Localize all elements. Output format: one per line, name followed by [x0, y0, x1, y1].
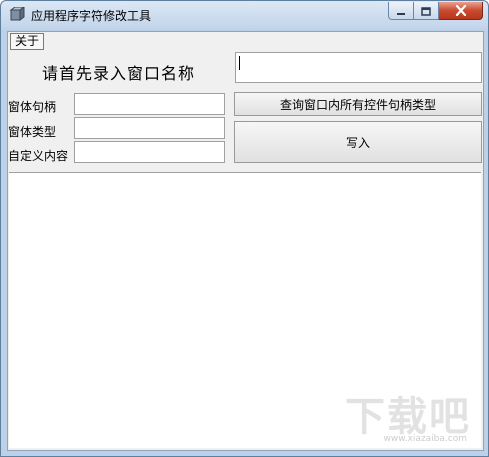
- handle-input[interactable]: [74, 93, 225, 115]
- app-icon: [9, 6, 26, 23]
- query-controls-label: 查询窗口内所有控件句柄类型: [279, 97, 436, 112]
- watermark-url: www.xiazaiba.com: [383, 434, 467, 444]
- client-area: 关于 请首先录入窗口名称 窗体句柄 窗体类型 自定义内容 查询窗口内所有控件句柄…: [7, 31, 484, 451]
- title-bar[interactable]: 应用程序字符修改工具: [1, 1, 488, 29]
- write-button[interactable]: 写入: [234, 121, 482, 163]
- close-icon: [455, 1, 467, 20]
- caption-buttons: [388, 2, 483, 20]
- maximize-icon: [421, 1, 431, 20]
- window-title: 应用程序字符修改工具: [31, 9, 152, 23]
- maximize-button[interactable]: [414, 2, 439, 20]
- window-name-input[interactable]: [235, 52, 482, 83]
- type-input[interactable]: [74, 117, 225, 139]
- window-name-prompt: 请首先录入窗口名称: [42, 64, 196, 83]
- query-controls-button[interactable]: 查询窗口内所有控件句柄类型: [234, 92, 482, 116]
- minimize-icon: [396, 1, 406, 20]
- custom-content-input[interactable]: [74, 141, 225, 163]
- custom-content-label: 自定义内容: [8, 149, 69, 163]
- text-caret: [239, 56, 240, 70]
- close-button[interactable]: [439, 2, 483, 20]
- output-textarea[interactable]: 下载吧 www.xiazaiba.com: [9, 172, 481, 448]
- type-label: 窗体类型: [8, 125, 57, 139]
- app-window: 应用程序字符修改工具 关于 请首先录入窗口名称 窗体句柄 窗体类型 自定义内容 …: [0, 0, 489, 457]
- minimize-button[interactable]: [388, 2, 414, 20]
- menu-bar: 关于: [8, 32, 483, 50]
- menu-item-about[interactable]: 关于: [10, 33, 45, 50]
- write-label: 写入: [345, 135, 370, 150]
- handle-label: 窗体句柄: [8, 100, 57, 114]
